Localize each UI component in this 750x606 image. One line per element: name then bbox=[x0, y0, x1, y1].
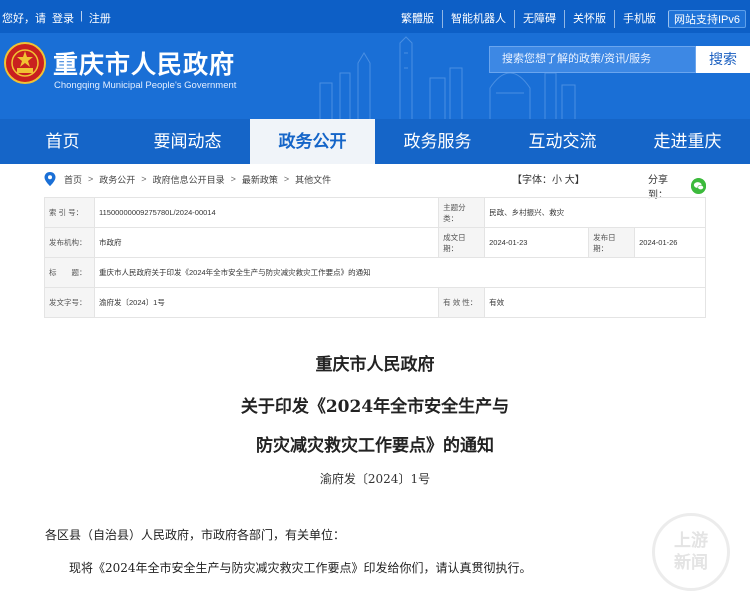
validity-label: 有 效 性： bbox=[438, 287, 486, 318]
document-salutation: 各区县（自治县）人民政府，市政府各部门，有关单位： bbox=[45, 528, 346, 542]
nav-interaction[interactable]: 互动交流 bbox=[500, 119, 625, 164]
watermark-text: 上游 bbox=[674, 531, 708, 550]
document-paragraph: 现将《2024年全市安全生产与防灾减灾救灾工作要点》印发给你们，请认真贯彻执行。 bbox=[69, 561, 532, 575]
index-label: 索 引 号： bbox=[44, 197, 95, 228]
font-size-control: 【字体：小 大】 bbox=[512, 171, 585, 186]
title-label: 标 题： bbox=[44, 257, 95, 288]
breadcrumb-catalog[interactable]: 政府信息公开目录 bbox=[153, 173, 225, 186]
document-title-line-1: 关于印发《2024年全市安全生产与 bbox=[240, 397, 510, 417]
login-link[interactable]: 登录 bbox=[52, 10, 74, 26]
made-date-label: 成文日期： bbox=[438, 227, 486, 258]
font-size-label: 【字体： bbox=[512, 175, 552, 186]
search-button[interactable]: 搜索 bbox=[696, 46, 750, 73]
traditional-chinese-link[interactable]: 繁體版 bbox=[393, 10, 442, 28]
document-number: 渝府发〔2024〕1号 bbox=[319, 472, 431, 486]
search-input[interactable]: 搜索您想了解的政策/资讯/服务 bbox=[489, 46, 696, 73]
site-title[interactable]: 重庆市人民政府 bbox=[53, 45, 235, 81]
national-emblem-icon bbox=[4, 42, 46, 84]
breadcrumb-home[interactable]: 首页 bbox=[64, 173, 82, 186]
breadcrumb-latest-policy[interactable]: 最新政策 bbox=[242, 173, 278, 186]
accessibility-link[interactable]: 无障碍 bbox=[513, 10, 564, 28]
font-small-button[interactable]: 小 bbox=[552, 175, 562, 186]
org-label: 发布机构： bbox=[44, 227, 95, 258]
table-row: 发文字号： 渝府发〔2024〕1号 有 效 性： 有效 bbox=[44, 287, 706, 318]
robot-link[interactable]: 智能机器人 bbox=[441, 10, 514, 28]
org-value: 市政府 bbox=[93, 227, 440, 258]
table-row: 发布机构： 市政府 成文日期： 2024-01-23 发布日期： 2024-01… bbox=[44, 227, 706, 258]
ipv6-badge: 网站支持IPv6 bbox=[667, 10, 746, 28]
index-value: 11500000009275780L/2024-00014 bbox=[93, 197, 440, 228]
watermark-logo: 上游 新闻 bbox=[652, 513, 730, 591]
document-info-table: 索 引 号： 11500000009275780L/2024-00014 主题分… bbox=[44, 197, 706, 318]
topic-value: 民政、乡村振兴、救灾 bbox=[484, 197, 706, 228]
site-header: 重庆市人民政府 Chongqing Municipal People's Gov… bbox=[0, 33, 750, 119]
chevron-right-icon: > bbox=[283, 174, 290, 184]
nav-services[interactable]: 政务服务 bbox=[375, 119, 500, 164]
pub-date-label: 发布日期： bbox=[588, 227, 636, 258]
location-pin-icon bbox=[44, 172, 56, 186]
register-link[interactable]: 注册 bbox=[89, 10, 111, 26]
watermark-text: 新闻 bbox=[674, 553, 708, 572]
nav-home[interactable]: 首页 bbox=[0, 119, 125, 164]
breadcrumb: 首页 > 政务公开 > 政府信息公开目录 > 最新政策 > 其他文件 【字体：小… bbox=[44, 170, 706, 201]
wechat-share-icon[interactable] bbox=[690, 178, 706, 194]
document-title-line-2: 防灾减灾救灾工作要点》的通知 bbox=[256, 436, 494, 456]
made-date-value: 2024-01-23 bbox=[484, 227, 590, 258]
breadcrumb-gov-affairs[interactable]: 政务公开 bbox=[99, 173, 135, 186]
doc-number-label: 发文字号： bbox=[44, 287, 95, 318]
nav-government-affairs[interactable]: 政务公开 bbox=[250, 119, 375, 164]
nav-about-chongqing[interactable]: 走进重庆 bbox=[625, 119, 750, 164]
greeting-text: 您好，请 bbox=[2, 13, 46, 25]
nav-news[interactable]: 要闻动态 bbox=[125, 119, 250, 164]
chevron-right-icon: > bbox=[141, 174, 147, 184]
pub-date-value: 2024-01-26 bbox=[634, 227, 706, 258]
site-subtitle: Chongqing Municipal People's Government bbox=[54, 80, 237, 91]
divider: | bbox=[80, 10, 83, 22]
top-bar: 您好，请 登录 | 注册 繁體版 智能机器人 无障碍 关怀版 手机版 网站支持I… bbox=[0, 0, 750, 33]
main-nav: 首页 要闻动态 政务公开 政务服务 互动交流 走进重庆 bbox=[0, 119, 750, 164]
topic-label: 主题分类： bbox=[438, 197, 486, 228]
font-size-close: 】 bbox=[574, 175, 585, 186]
table-row: 标 题： 重庆市人民政府关于印发《2024年全市安全生产与防灾减灾救灾工作要点》… bbox=[44, 257, 706, 288]
title-value: 重庆市人民政府关于印发《2024年全市安全生产与防灾减灾救灾工作要点》的通知 bbox=[94, 257, 706, 288]
breadcrumb-other-documents[interactable]: 其他文件 bbox=[295, 173, 331, 186]
doc-number-value: 渝府发〔2024〕1号 bbox=[93, 287, 440, 318]
mobile-link[interactable]: 手机版 bbox=[613, 10, 664, 28]
care-mode-link[interactable]: 关怀版 bbox=[563, 10, 614, 28]
chevron-right-icon: > bbox=[88, 174, 94, 184]
chevron-right-icon: > bbox=[230, 174, 236, 184]
validity-value: 有效 bbox=[484, 287, 706, 318]
font-large-button[interactable]: 大 bbox=[565, 175, 575, 186]
table-row: 索 引 号： 11500000009275780L/2024-00014 主题分… bbox=[44, 197, 706, 228]
document-issuer: 重庆市人民政府 bbox=[315, 355, 435, 375]
